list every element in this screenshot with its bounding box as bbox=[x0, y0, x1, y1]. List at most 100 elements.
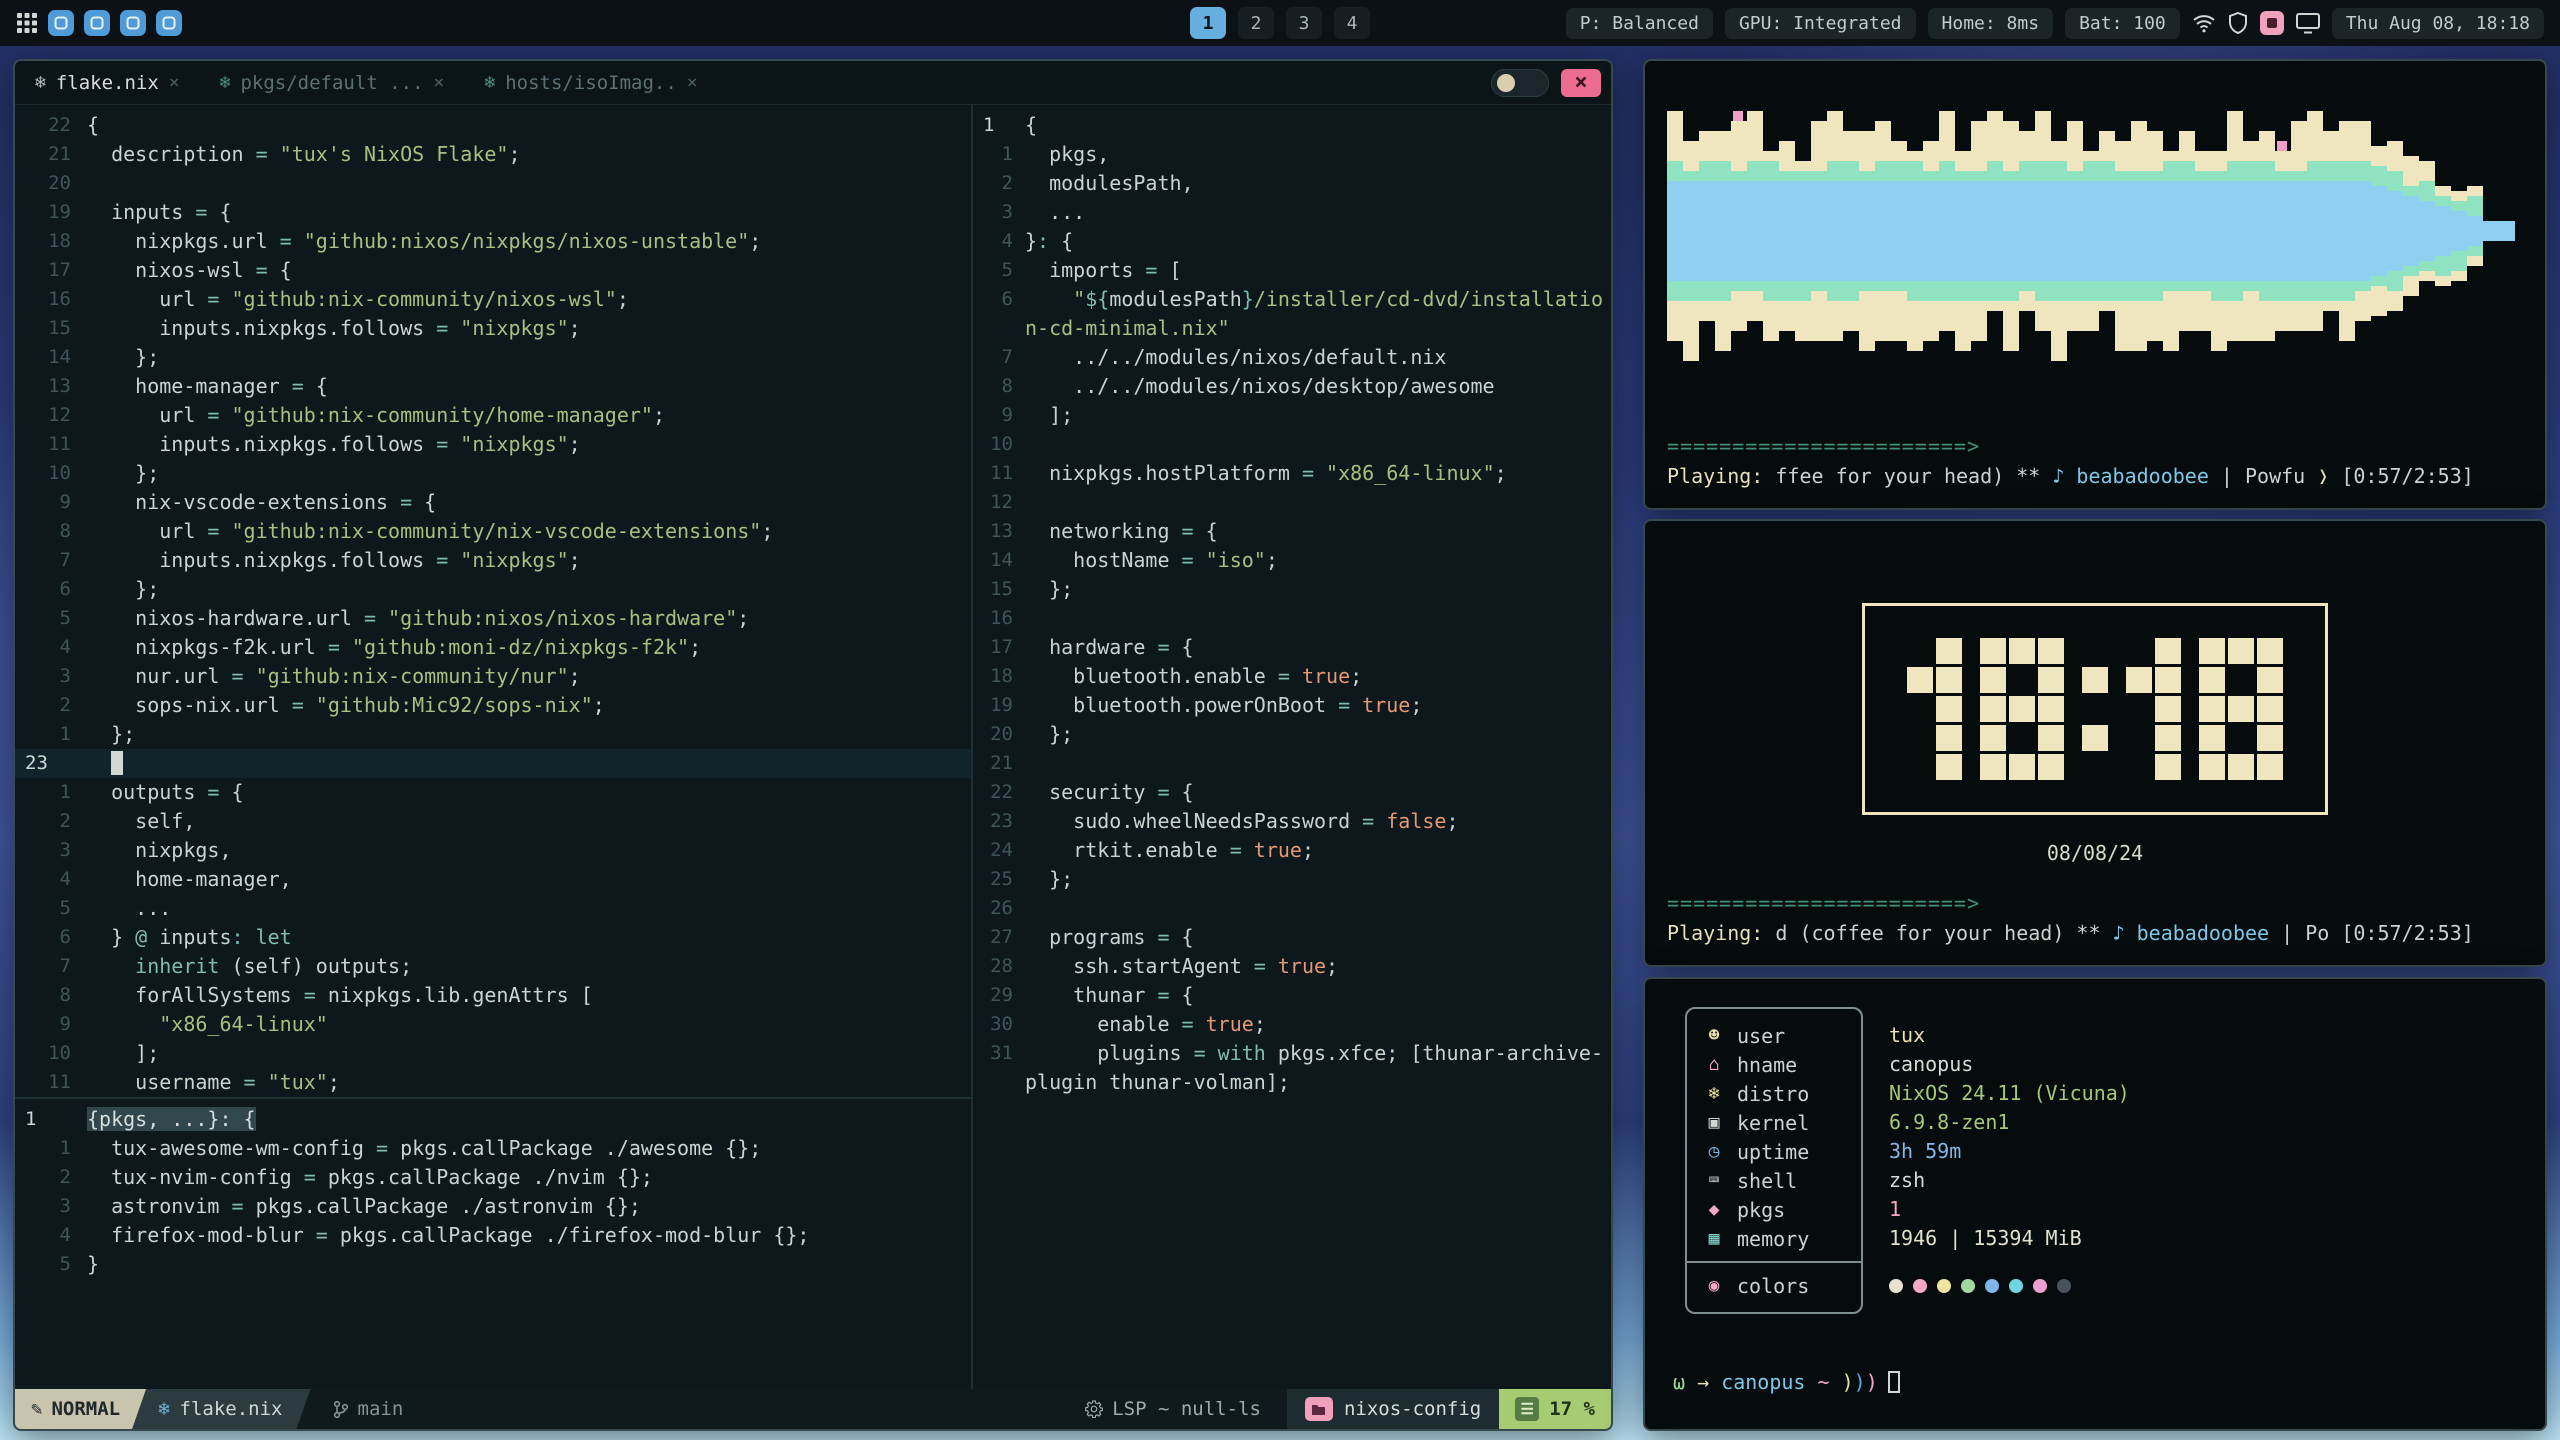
code-line[interactable]: 1{ bbox=[973, 111, 1611, 140]
code-line[interactable]: 1 outputs = { bbox=[15, 778, 971, 807]
display-icon[interactable] bbox=[2296, 13, 2320, 34]
code-line[interactable]: 5 ... bbox=[15, 894, 971, 923]
code-line[interactable]: 18 nixpkgs.url = "github:nixos/nixpkgs/n… bbox=[15, 227, 971, 256]
code-line[interactable]: 17 hardware = { bbox=[973, 633, 1611, 662]
pane-pkgs-default-nix[interactable]: 1{pkgs, ...}: {1 tux-awesome-wm-config =… bbox=[15, 1097, 971, 1389]
apps-grid-icon[interactable] bbox=[16, 12, 38, 34]
code-line[interactable]: 6 } @ inputs: let bbox=[15, 923, 971, 952]
code-line[interactable]: 8 forAllSystems = nixpkgs.lib.genAttrs [ bbox=[15, 981, 971, 1010]
code-line[interactable]: 8 url = "github:nix-community/nix-vscode… bbox=[15, 517, 971, 546]
code-line[interactable]: 11 nixpkgs.hostPlatform = "x86_64-linux"… bbox=[973, 459, 1611, 488]
code-line[interactable]: 23 sudo.wheelNeedsPassword = false; bbox=[973, 807, 1611, 836]
pinned-app-icon[interactable] bbox=[84, 10, 110, 36]
code-line[interactable]: 5 imports = [ bbox=[973, 256, 1611, 285]
code-line[interactable]: 21 bbox=[973, 749, 1611, 778]
code-line[interactable]: 19 inputs = { bbox=[15, 198, 971, 227]
code-line[interactable]: 31 plugins = with pkgs.xfce; [thunar-arc… bbox=[973, 1039, 1611, 1068]
code-line[interactable]: 14 }; bbox=[15, 343, 971, 372]
code-line[interactable]: 6 "${modulesPath}/installer/cd-dvd/insta… bbox=[973, 285, 1611, 314]
pane-hosts-isoimage-nix[interactable]: 1{1 pkgs,2 modulesPath,3 ...4}: {5 impor… bbox=[973, 105, 1611, 1389]
code-line[interactable]: 2 self, bbox=[15, 807, 971, 836]
code-line[interactable]: 22{ bbox=[15, 111, 971, 140]
fetch-terminal[interactable]: ☻user⌂hname❄distro▣kernel◷uptime⌨shell◆p… bbox=[1643, 977, 2547, 1431]
code-line[interactable]: 27 programs = { bbox=[973, 923, 1611, 952]
code-line[interactable]: 2 modulesPath, bbox=[973, 169, 1611, 198]
code-line[interactable]: 11 inputs.nixpkgs.follows = "nixpkgs"; bbox=[15, 430, 971, 459]
statusline-filename[interactable]: ❄ flake.nix bbox=[132, 1389, 310, 1429]
shell-prompt[interactable]: ω → canopus ~ ))) bbox=[1673, 1370, 2523, 1394]
code-line[interactable]: 3 astronvim = pkgs.callPackage ./astronv… bbox=[15, 1192, 971, 1221]
tab-close-icon[interactable]: × bbox=[434, 72, 445, 93]
tab-close-icon[interactable]: × bbox=[687, 72, 698, 93]
code-line[interactable]: 16 url = "github:nix-community/nixos-wsl… bbox=[15, 285, 971, 314]
code-line[interactable]: 7 inputs.nixpkgs.follows = "nixpkgs"; bbox=[15, 546, 971, 575]
code-line[interactable]: 1 }; bbox=[15, 720, 971, 749]
tab-close-icon[interactable]: × bbox=[169, 72, 180, 93]
window-close-button[interactable]: × bbox=[1561, 69, 1601, 97]
code-line[interactable]: 10 }; bbox=[15, 459, 971, 488]
code-line[interactable]: 9 ]; bbox=[973, 401, 1611, 430]
code-line[interactable]: 18 bluetooth.enable = true; bbox=[973, 662, 1611, 691]
code-line[interactable]: 10 ]; bbox=[15, 1039, 971, 1068]
window-toggle-switch[interactable] bbox=[1491, 69, 1549, 97]
code-line[interactable]: 8 ../../modules/nixos/desktop/awesome bbox=[973, 372, 1611, 401]
code-line[interactable]: 19 bluetooth.powerOnBoot = true; bbox=[973, 691, 1611, 720]
code-line[interactable]: 3 ... bbox=[973, 198, 1611, 227]
code-line[interactable]: 28 ssh.startAgent = true; bbox=[973, 952, 1611, 981]
code-line[interactable]: 26 bbox=[973, 894, 1611, 923]
tab-flake-nix[interactable]: ❄ flake.nix × bbox=[15, 61, 200, 104]
code-line[interactable]: 5} bbox=[15, 1250, 971, 1279]
pinned-app-icon[interactable] bbox=[48, 10, 74, 36]
code-line[interactable]: 4}: { bbox=[973, 227, 1611, 256]
code-line[interactable]: 12 bbox=[973, 488, 1611, 517]
code-line[interactable]: 2 sops-nix.url = "github:Mic92/sops-nix"… bbox=[15, 691, 971, 720]
code-line[interactable]: 17 nixos-wsl = { bbox=[15, 256, 971, 285]
code-line[interactable]: 15 inputs.nixpkgs.follows = "nixpkgs"; bbox=[15, 314, 971, 343]
code-line[interactable]: 7 inherit (self) outputs; bbox=[15, 952, 971, 981]
tab-pkgs-default[interactable]: ❄ pkgs/default ... × bbox=[200, 61, 465, 104]
code-line[interactable]: 6 }; bbox=[15, 575, 971, 604]
code-line[interactable]: 29 thunar = { bbox=[973, 981, 1611, 1010]
pane-flake-nix[interactable]: 22{21 description = "tux's NixOS Flake";… bbox=[15, 105, 971, 1097]
code-line[interactable]: 4 home-manager, bbox=[15, 865, 971, 894]
code-line[interactable]: 23 bbox=[15, 749, 971, 778]
code-line[interactable]: 9 nix-vscode-extensions = { bbox=[15, 488, 971, 517]
workspace-tag-4[interactable]: 4 bbox=[1334, 7, 1370, 39]
code-line[interactable]: 9 "x86_64-linux" bbox=[15, 1010, 971, 1039]
code-line[interactable]: 2 tux-nvim-config = pkgs.callPackage ./n… bbox=[15, 1163, 971, 1192]
code-line[interactable]: plugin thunar-volman]; bbox=[973, 1068, 1611, 1097]
code-line[interactable]: 3 nur.url = "github:nix-community/nur"; bbox=[15, 662, 971, 691]
pinned-app-icon[interactable] bbox=[120, 10, 146, 36]
code-line[interactable]: 11 username = "tux"; bbox=[15, 1068, 971, 1097]
code-line[interactable]: 4 nixpkgs-f2k.url = "github:moni-dz/nixp… bbox=[15, 633, 971, 662]
code-line[interactable]: 7 ../../modules/nixos/default.nix bbox=[973, 343, 1611, 372]
code-line[interactable]: 13 networking = { bbox=[973, 517, 1611, 546]
code-line[interactable]: 24 rtkit.enable = true; bbox=[973, 836, 1611, 865]
code-line[interactable]: 20 }; bbox=[973, 720, 1611, 749]
workspace-tag-2[interactable]: 2 bbox=[1238, 7, 1274, 39]
code-line[interactable]: 5 nixos-hardware.url = "github:nixos/nix… bbox=[15, 604, 971, 633]
code-line[interactable]: 16 bbox=[973, 604, 1611, 633]
vpn-shield-icon[interactable] bbox=[2228, 12, 2248, 34]
project-indicator[interactable]: nixos-config bbox=[1287, 1389, 1499, 1429]
visualizer-terminal[interactable]: =======================> Playing: ffee f… bbox=[1643, 59, 2547, 510]
tab-hosts-isoimage[interactable]: ❄ hosts/isoImag.. × bbox=[464, 61, 717, 104]
code-line[interactable]: 22 security = { bbox=[973, 778, 1611, 807]
code-line[interactable]: 1{pkgs, ...}: { bbox=[15, 1105, 971, 1134]
workspace-tag-1[interactable]: 1 bbox=[1190, 7, 1226, 39]
git-branch[interactable]: main bbox=[333, 1398, 404, 1420]
code-line[interactable]: 30 enable = true; bbox=[973, 1010, 1611, 1039]
code-line[interactable]: 14 hostName = "iso"; bbox=[973, 546, 1611, 575]
workspace-tag-3[interactable]: 3 bbox=[1286, 7, 1322, 39]
code-line[interactable]: n-cd-minimal.nix" bbox=[973, 314, 1611, 343]
wifi-icon[interactable] bbox=[2192, 13, 2216, 34]
pinned-app-icon[interactable] bbox=[156, 10, 182, 36]
code-line[interactable]: 21 description = "tux's NixOS Flake"; bbox=[15, 140, 971, 169]
clock-date[interactable]: Thu Aug 08, 18:18 bbox=[2332, 8, 2544, 39]
code-line[interactable]: 1 pkgs, bbox=[973, 140, 1611, 169]
code-line[interactable]: 3 nixpkgs, bbox=[15, 836, 971, 865]
code-line[interactable]: 4 firefox-mod-blur = pkgs.callPackage ./… bbox=[15, 1221, 971, 1250]
code-line[interactable]: 15 }; bbox=[973, 575, 1611, 604]
clock-terminal[interactable]: 08/08/24 =======================> Playin… bbox=[1643, 519, 2547, 967]
code-line[interactable]: 12 url = "github:nix-community/home-mana… bbox=[15, 401, 971, 430]
